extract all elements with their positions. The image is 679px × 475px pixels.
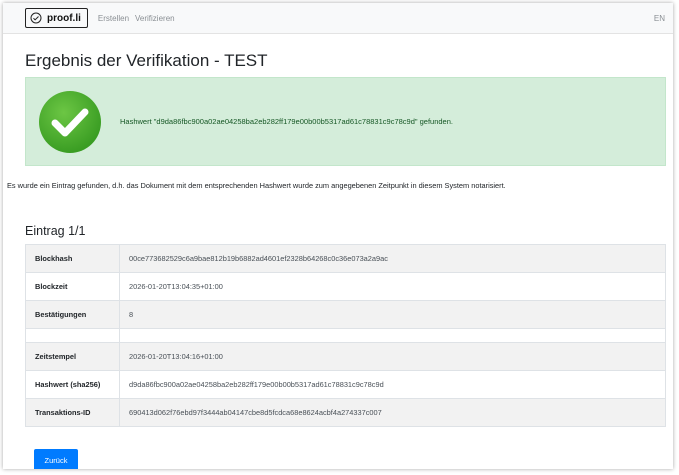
back-button[interactable]: Zurück [34, 449, 78, 469]
checkmark-circle-icon [39, 90, 101, 153]
page-title: Ergebnis der Verifikation - TEST [25, 51, 268, 70]
nav-links: Erstellen Verifizieren [98, 14, 175, 23]
row-key: Blockhash [25, 244, 120, 273]
info-text: Es wurde ein Eintrag gefunden, d.h. das … [7, 181, 506, 190]
row-key: Hashwert (sha256) [25, 370, 120, 399]
brand-logo[interactable]: proof.li [25, 8, 88, 28]
brand-name: proof.li [47, 12, 81, 24]
check-circle-logo-icon [30, 12, 42, 24]
row-value: d9da86fbc900a02ae04258ba2eb282ff179e00b0… [119, 370, 666, 399]
row-value: 8 [119, 300, 666, 329]
row-key: Blockzeit [25, 272, 120, 301]
nav-link-erstellen[interactable]: Erstellen [98, 14, 129, 23]
language-switch[interactable]: EN [654, 14, 665, 23]
row-key [25, 328, 120, 343]
row-key: Bestätigungen [25, 300, 120, 329]
row-value: 2026-01-20T13:04:35+01:00 [119, 272, 666, 301]
nav-link-verifizieren[interactable]: Verifizieren [135, 14, 175, 23]
table-row-hashwert: Hashwert (sha256) d9da86fbc900a02ae04258… [25, 370, 666, 399]
table-row-blockzeit: Blockzeit 2026-01-20T13:04:35+01:00 [25, 272, 666, 301]
row-value: 00ce773682529c6a9bae812b19b6882ad4601ef2… [119, 244, 666, 273]
alert-message: Hashwert "d9da86fbc900a02ae04258ba2eb282… [120, 117, 453, 126]
table-row-zeitstempel: Zeitstempel 2026-01-20T13:04:16+01:00 [25, 342, 666, 371]
table-row-blockhash: Blockhash 00ce773682529c6a9bae812b19b688… [25, 244, 666, 273]
table-row-bestaetigungen: Bestätigungen 8 [25, 300, 666, 329]
entry-title: Eintrag 1/1 [25, 224, 86, 238]
row-key: Transaktions-ID [25, 398, 120, 427]
browser-frame: proof.li Erstellen Verifizieren EN Ergeb… [3, 3, 673, 469]
table-row-transaktions-id: Transaktions-ID 690413d062f76ebd97f3444a… [25, 398, 666, 427]
success-alert: Hashwert "d9da86fbc900a02ae04258ba2eb282… [25, 77, 666, 166]
row-value [119, 328, 666, 343]
row-value: 690413d062f76ebd97f3444ab04147cbe8d5fcdc… [119, 398, 666, 427]
entry-table: Blockhash 00ce773682529c6a9bae812b19b688… [25, 244, 666, 427]
navbar: proof.li Erstellen Verifizieren EN [3, 3, 673, 34]
row-value: 2026-01-20T13:04:16+01:00 [119, 342, 666, 371]
table-row-empty [25, 328, 666, 343]
row-key: Zeitstempel [25, 342, 120, 371]
